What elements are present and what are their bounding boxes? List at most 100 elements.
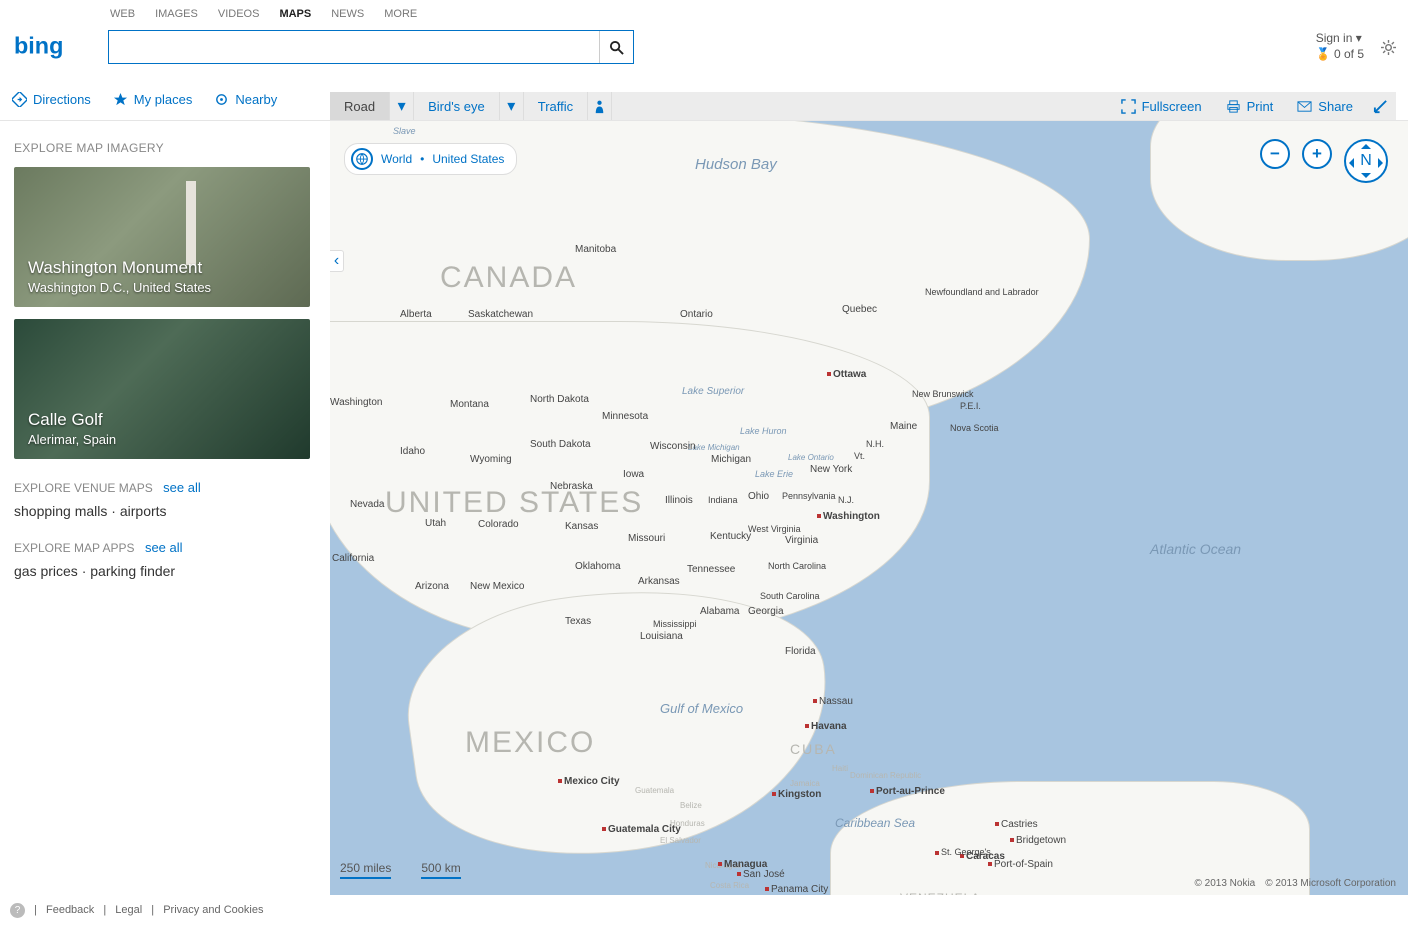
apps-heading: EXPLORE MAP APPS — [14, 541, 135, 555]
app-item-parking[interactable]: parking finder — [90, 563, 175, 579]
nearby-link[interactable]: Nearby — [214, 92, 277, 107]
traffic-button[interactable]: Traffic — [524, 92, 588, 120]
region-label: Newfoundland and Labrador — [925, 287, 1039, 297]
water-label: Gulf of Mexico — [660, 701, 743, 716]
nav-more[interactable]: MORE — [384, 8, 417, 20]
search-button[interactable] — [599, 31, 633, 63]
view-birdseye-dropdown[interactable]: ▾ — [500, 92, 524, 120]
country-label: VENEZUELA — [900, 891, 980, 895]
city-label: Mexico City — [558, 776, 620, 787]
imagery-card-2[interactable]: Calle Golf Alerimar, Spain — [14, 319, 310, 459]
region-label: Ontario — [680, 309, 713, 320]
region-label: Nevada — [350, 499, 384, 510]
region-label: Indiana — [708, 495, 738, 505]
card-title: Calle Golf — [28, 410, 116, 430]
card-title: Washington Monument — [28, 258, 211, 278]
view-road-dropdown[interactable]: ▾ — [390, 92, 414, 120]
streetside-button[interactable] — [588, 92, 612, 120]
person-icon — [592, 99, 607, 114]
bing-logo[interactable]: bing — [14, 32, 92, 66]
region-label: Arkansas — [638, 576, 680, 587]
directions-link[interactable]: Directions — [12, 92, 91, 107]
view-road-button[interactable]: Road — [330, 92, 390, 120]
imagery-heading: EXPLORE MAP IMAGERY — [14, 141, 316, 155]
globe-icon — [351, 148, 373, 170]
city-label: Port-au-Prince — [870, 786, 945, 797]
region-label: Arizona — [415, 581, 449, 592]
venue-item-airports[interactable]: airports — [120, 503, 167, 519]
fullscreen-icon — [1121, 99, 1136, 114]
region-label: Florida — [785, 646, 816, 657]
apps-see-all[interactable]: see all — [145, 540, 183, 555]
water-label: Lake Michigan — [688, 443, 740, 452]
water-label: Lake Erie — [755, 469, 793, 479]
collapse-right-button[interactable] — [1365, 92, 1396, 120]
venue-see-all[interactable]: see all — [163, 480, 201, 495]
venue-heading: EXPLORE VENUE MAPS — [14, 481, 153, 495]
chevron-down-icon: ▾ — [507, 96, 515, 116]
plus-icon: + — [1312, 144, 1322, 164]
view-birdseye-button[interactable]: Bird's eye — [414, 92, 500, 120]
water-label: Atlantic Ocean — [1150, 541, 1241, 557]
city-label: Port-of-Spain — [988, 859, 1053, 870]
water-label: Lake Huron — [740, 426, 787, 436]
nav-news[interactable]: NEWS — [331, 8, 364, 20]
footer-privacy[interactable]: Privacy and Cookies — [163, 904, 263, 916]
city-label: Ottawa — [827, 369, 866, 380]
city-label: Panama City — [765, 884, 828, 895]
footer-legal[interactable]: Legal — [115, 904, 142, 916]
region-label: Oklahoma — [575, 561, 621, 572]
share-button[interactable]: Share — [1285, 92, 1365, 120]
region-label: Idaho — [400, 446, 425, 457]
region-label: Texas — [565, 616, 591, 627]
fullscreen-button[interactable]: Fullscreen — [1109, 92, 1214, 120]
gear-icon — [1381, 40, 1396, 55]
nav-images[interactable]: IMAGES — [155, 8, 198, 20]
collapse-icon — [1373, 99, 1388, 114]
region-label: Manitoba — [575, 244, 616, 255]
zoom-in-button[interactable]: + — [1302, 139, 1332, 169]
city-label: Guatemala City — [602, 824, 681, 835]
nav-maps[interactable]: MAPS — [279, 8, 311, 20]
footer-feedback[interactable]: Feedback — [46, 904, 94, 916]
map-canvas[interactable]: World • United States − + N CANADA UNITE… — [330, 121, 1408, 895]
svg-text:bing: bing — [14, 32, 63, 58]
help-button[interactable]: ? — [10, 903, 25, 918]
region-label: Missouri — [628, 533, 665, 544]
nav-web[interactable]: WEB — [110, 8, 135, 20]
region-label: Washington — [330, 397, 382, 408]
directions-icon — [12, 92, 27, 107]
region-label: Ohio — [748, 491, 769, 502]
region-label: Maine — [890, 421, 917, 432]
location-breadcrumb[interactable]: World • United States — [344, 143, 517, 175]
nav-videos[interactable]: VIDEOS — [218, 8, 260, 20]
attribution: © 2013 Nokia© 2013 Microsoft Corporation — [1184, 878, 1396, 889]
sidebar-collapse-button[interactable]: ‹ — [330, 250, 344, 272]
star-icon — [113, 92, 128, 107]
compass-control[interactable]: N — [1344, 139, 1388, 183]
print-button[interactable]: Print — [1214, 92, 1286, 120]
imagery-card-1[interactable]: Washington Monument Washington D.C., Uni… — [14, 167, 310, 307]
print-icon — [1226, 99, 1241, 114]
sign-in-link[interactable]: Sign in ▾ — [1316, 30, 1364, 46]
region-label: Alabama — [700, 606, 739, 617]
region-label: Louisiana — [640, 631, 683, 642]
region-label: Slave — [393, 126, 416, 136]
venue-item-malls[interactable]: shopping malls — [14, 503, 107, 519]
region-label: Nova Scotia — [950, 423, 999, 433]
city-label: St. George's — [935, 847, 991, 857]
app-item-gas[interactable]: gas prices — [14, 563, 78, 579]
region-label: Virginia — [785, 535, 818, 546]
zoom-out-button[interactable]: − — [1260, 139, 1290, 169]
chevron-down-icon: ▾ — [1356, 31, 1362, 45]
settings-button[interactable] — [1381, 40, 1396, 60]
my-places-link[interactable]: My places — [113, 92, 193, 107]
chevron-down-icon: ▾ — [398, 96, 406, 116]
region-label: Quebec — [842, 304, 877, 315]
region-label: New York — [810, 464, 852, 475]
search-input[interactable] — [109, 31, 599, 63]
region-label: El Salvador — [660, 836, 701, 845]
country-label: CUBA — [790, 741, 837, 757]
rewards-count[interactable]: 🏅 0 of 5 — [1316, 46, 1364, 62]
footer: ? | Feedback | Legal | Privacy and Cooki… — [0, 895, 330, 925]
